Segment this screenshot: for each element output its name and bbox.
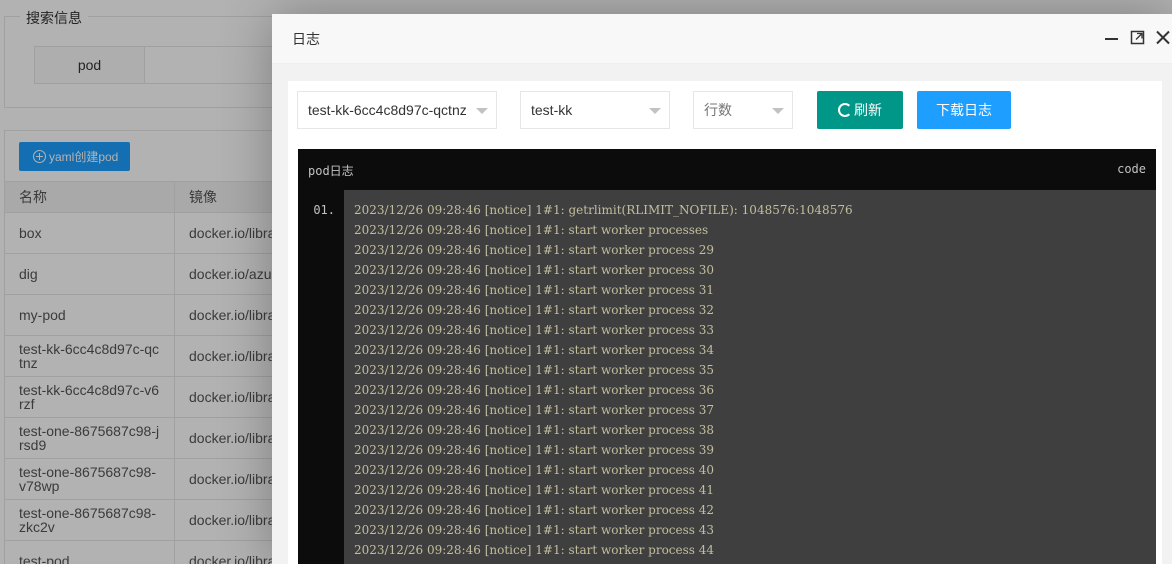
- maximize-icon[interactable]: [1130, 30, 1146, 46]
- log-lines[interactable]: 2023/12/26 09:28:46 [notice] 1#1: getrli…: [344, 190, 1156, 564]
- code-body: 01. 2023/12/26 09:28:46 [notice] 1#1: ge…: [298, 190, 1156, 564]
- lines-select[interactable]: 行数: [693, 91, 793, 129]
- log-line: 2023/12/26 09:28:46 [notice] 1#1: start …: [354, 523, 715, 537]
- line-number: 01.: [313, 203, 335, 217]
- log-line: 2023/12/26 09:28:46 [notice] 1#1: start …: [354, 463, 715, 477]
- close-icon[interactable]: [1155, 30, 1171, 46]
- log-line: 2023/12/26 09:28:46 [notice] 1#1: start …: [354, 283, 715, 297]
- modal-body: test-kk-6cc4c8d97c-qctnz test-kk 行数 刷新 下…: [272, 64, 1172, 564]
- log-line: 2023/12/26 09:28:46 [notice] 1#1: start …: [354, 383, 715, 397]
- log-line: 2023/12/26 09:28:46 [notice] 1#1: start …: [354, 243, 715, 257]
- log-line: 2023/12/26 09:28:46 [notice] 1#1: start …: [354, 343, 715, 357]
- log-line: 2023/12/26 09:28:46 [notice] 1#1: start …: [354, 443, 715, 457]
- refresh-button-label: 刷新: [854, 102, 882, 118]
- lines-select-placeholder: 行数: [704, 102, 732, 118]
- log-line: 2023/12/26 09:28:46 [notice] 1#1: start …: [354, 503, 715, 517]
- download-log-button[interactable]: 下载日志: [917, 91, 1011, 129]
- container-select-value: test-kk: [531, 102, 573, 118]
- log-modal: 日志 test-kk-6cc4c8d97c-qctnz test-kk 行数 刷…: [272, 14, 1172, 564]
- log-line: 2023/12/26 09:28:46 [notice] 1#1: start …: [354, 543, 715, 557]
- container-select[interactable]: test-kk: [520, 91, 670, 129]
- log-line: 2023/12/26 09:28:46 [notice] 1#1: start …: [354, 323, 715, 337]
- refresh-icon: [838, 103, 852, 117]
- modal-title: 日志: [292, 31, 320, 47]
- code-title: pod日志: [308, 164, 354, 178]
- code-header: pod日志 code: [298, 149, 1156, 190]
- chevron-down-icon: [476, 108, 488, 114]
- modal-header: 日志: [272, 14, 1172, 64]
- log-line: 2023/12/26 09:28:46 [notice] 1#1: start …: [354, 363, 715, 377]
- chevron-down-icon: [772, 108, 784, 114]
- line-number-gutter: 01.: [298, 190, 344, 564]
- log-line: 2023/12/26 09:28:46 [notice] 1#1: start …: [354, 483, 715, 497]
- log-line: 2023/12/26 09:28:46 [notice] 1#1: start …: [354, 423, 715, 437]
- log-card: test-kk-6cc4c8d97c-qctnz test-kk 行数 刷新 下…: [288, 81, 1162, 564]
- log-line: 2023/12/26 09:28:46 [notice] 1#1: start …: [354, 403, 715, 417]
- minimize-icon[interactable]: [1104, 30, 1120, 46]
- pod-select[interactable]: test-kk-6cc4c8d97c-qctnz: [297, 91, 497, 129]
- download-button-label: 下载日志: [936, 102, 992, 118]
- code-tag: code: [1117, 162, 1146, 176]
- log-line: 2023/12/26 09:28:46 [notice] 1#1: start …: [354, 263, 715, 277]
- chevron-down-icon: [649, 108, 661, 114]
- refresh-button[interactable]: 刷新: [817, 91, 903, 129]
- log-line: 2023/12/26 09:28:46 [notice] 1#1: start …: [354, 303, 715, 317]
- pod-select-value: test-kk-6cc4c8d97c-qctnz: [308, 102, 467, 118]
- log-line: 2023/12/26 09:28:46 [notice] 1#1: getrli…: [354, 203, 853, 217]
- pod-log-code-block: pod日志 code 01. 2023/12/26 09:28:46 [noti…: [298, 149, 1156, 564]
- log-line: 2023/12/26 09:28:46 [notice] 1#1: start …: [354, 223, 709, 237]
